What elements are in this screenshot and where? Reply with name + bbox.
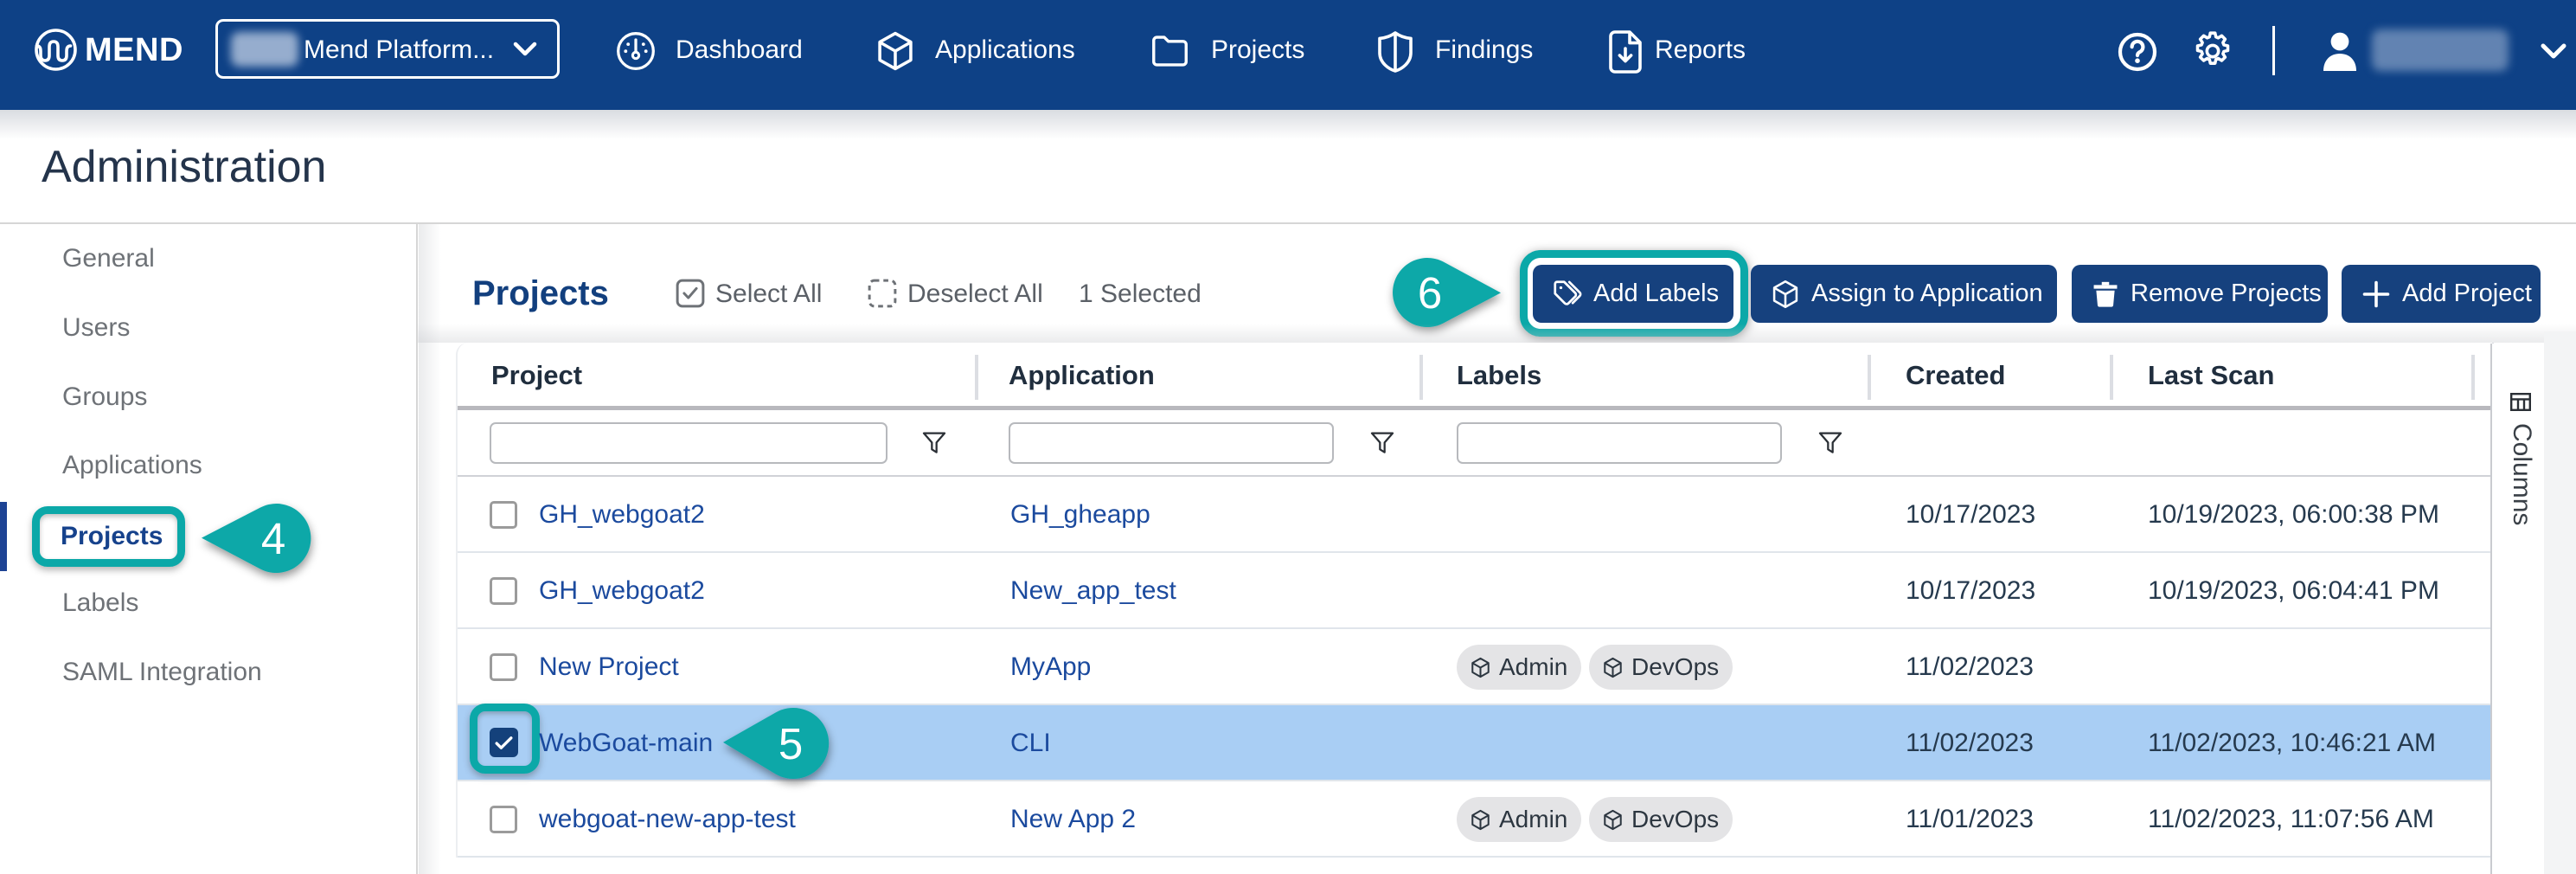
svg-text:5: 5 [779, 719, 803, 768]
svg-text:4: 4 [261, 514, 285, 563]
svg-text:6: 6 [1418, 268, 1442, 318]
